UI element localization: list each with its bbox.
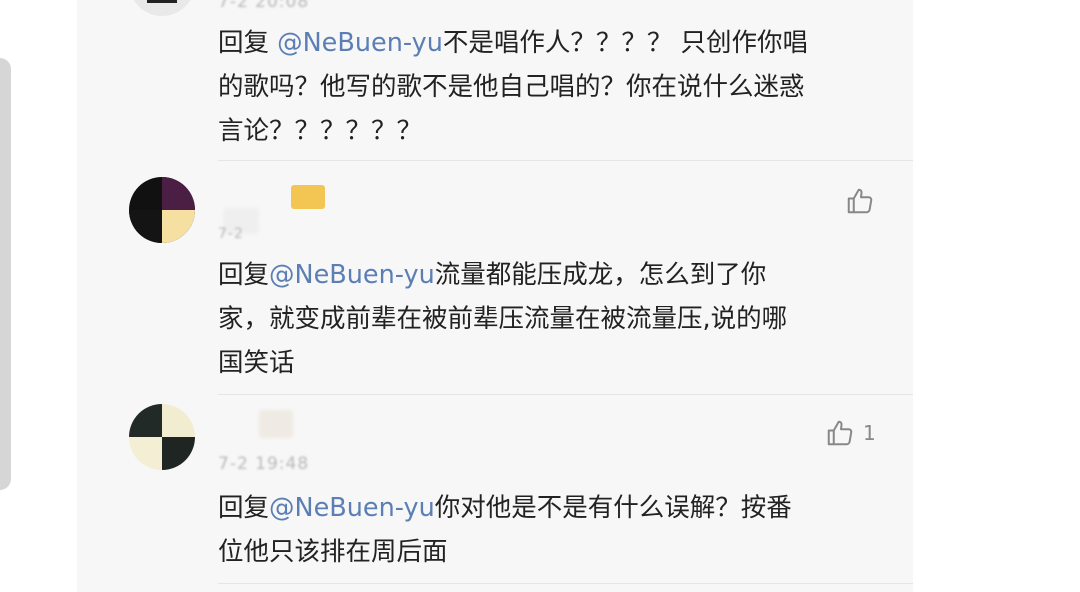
comment-timestamp: 7-2 (218, 226, 244, 242)
comment-line-text: 你对他是不是有什么误解？按番 (434, 493, 792, 523)
comment-line: 位他只该排在周后面 (218, 537, 448, 567)
avatar[interactable] (129, 404, 195, 470)
comment-thread: 7-2 20:08 回复 @NeBuen-yu不是唱作人？？？？ 只创作你唱 的… (77, 0, 913, 592)
mention-link[interactable]: @NeBuen-yu (269, 260, 435, 290)
mention-link[interactable]: @NeBuen-yu (277, 28, 443, 58)
comment-line: 国笑话 (218, 348, 295, 378)
comment-line-text: 流量都能压成龙，怎么到了你 (434, 260, 767, 290)
comment-line: 回复 @NeBuen-yu不是唱作人？？？？ 只创作你唱 (218, 21, 808, 65)
username-blurred[interactable] (259, 410, 293, 438)
avatar[interactable] (129, 0, 195, 16)
like-button[interactable] (845, 186, 883, 216)
comment-text: 回复@NeBuen-yu流量都能压成龙，怎么到了你 家，就变成前辈在被前辈压流量… (218, 253, 787, 385)
comment-line: 回复@NeBuen-yu流量都能压成龙，怎么到了你 (218, 253, 787, 297)
comment-timestamp: 7-2 20:08 (218, 0, 310, 12)
thumbs-up-icon (847, 188, 873, 214)
mention-link[interactable]: @NeBuen-yu (269, 493, 435, 523)
badge-icon (291, 185, 325, 209)
like-count: 1 (863, 421, 876, 445)
reply-prefix: 回复 (218, 260, 270, 290)
left-scroll-edge (0, 58, 11, 490)
comment-line-text: 不是唱作人？？？？ 只创作你唱 (442, 28, 808, 58)
comment-text: 回复@NeBuen-yu你对他是不是有什么误解？按番 位他只该排在周后面 (218, 486, 792, 574)
comment-line: 言论？？？？？？ (218, 116, 423, 146)
comment-text: 回复 @NeBuen-yu不是唱作人？？？？ 只创作你唱 的歌吗？他写的歌不是他… (218, 21, 808, 153)
reply-prefix: 回复 (218, 28, 278, 58)
comment-line: 家，就变成前辈在被前辈压流量在被流量压,说的哪 (218, 304, 788, 334)
comment-line: 回复@NeBuen-yu你对他是不是有什么误解？按番 (218, 486, 792, 530)
divider (218, 583, 913, 584)
divider (218, 394, 913, 395)
like-button[interactable]: 1 (825, 418, 876, 448)
comment-line: 的歌吗？他写的歌不是他自己唱的？你在说什么迷惑 (218, 72, 805, 102)
comment-timestamp: 7-2 19:48 (218, 454, 310, 474)
thumbs-up-icon (827, 420, 853, 446)
reply-prefix: 回复 (218, 493, 270, 523)
divider (218, 160, 913, 161)
avatar[interactable] (129, 177, 195, 243)
